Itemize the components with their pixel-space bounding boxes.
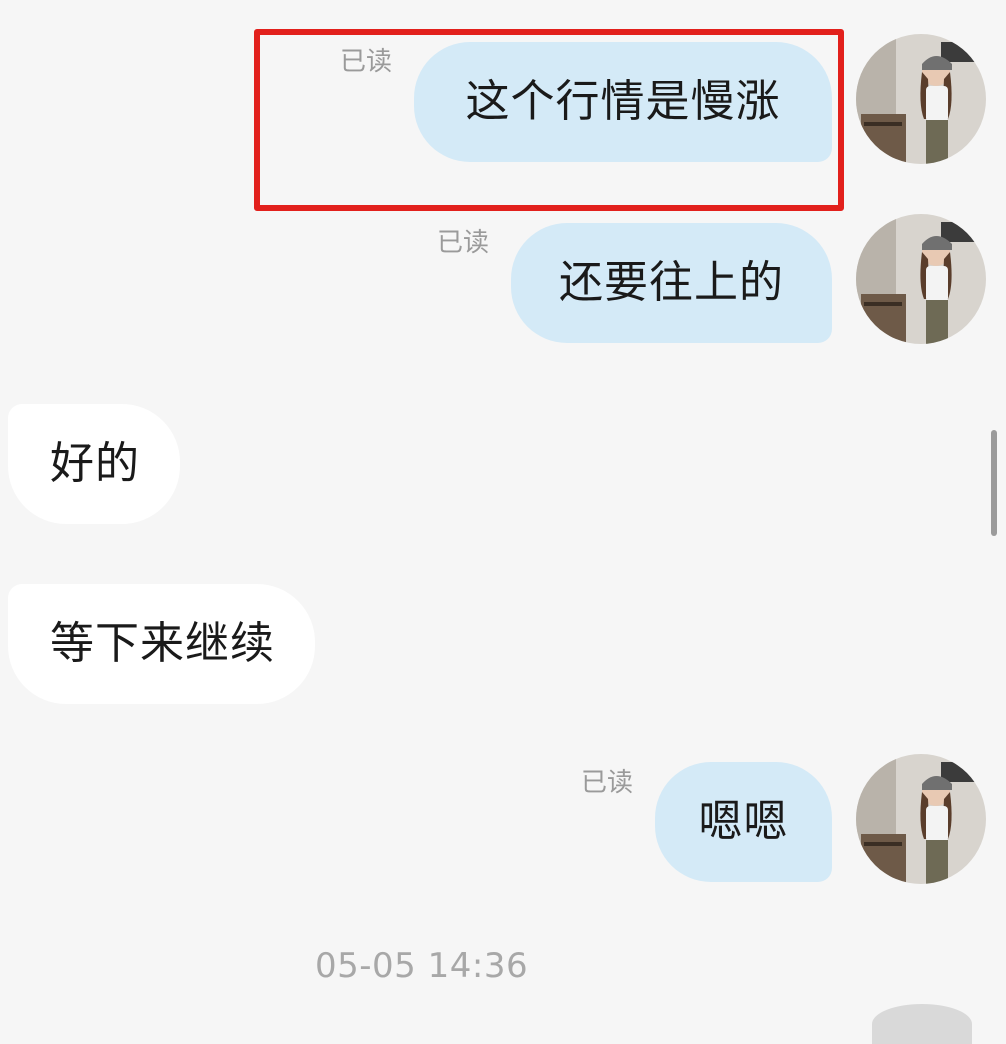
message-bubble-incoming[interactable]: 等下来继续 xyxy=(8,584,315,704)
user-avatar-icon[interactable] xyxy=(856,34,986,164)
read-receipt: 已读 xyxy=(437,228,490,258)
user-avatar-icon[interactable] xyxy=(856,754,986,884)
user-avatar-icon[interactable] xyxy=(872,1004,972,1044)
message-bubble-outgoing[interactable]: 嗯嗯 xyxy=(655,762,832,882)
chat-message-list[interactable]: 已读 这个行情是慢涨 已读 还要往上的 好的 等下来继续 已读 嗯嗯 05-05… xyxy=(0,0,1006,1044)
message-bubble-outgoing[interactable]: 还要往上的 xyxy=(511,223,832,343)
highlight-annotation-box xyxy=(254,29,844,211)
message-bubble-incoming[interactable]: 好的 xyxy=(8,404,180,524)
read-receipt: 已读 xyxy=(581,768,634,798)
message-timestamp: 05-05 14:36 xyxy=(315,946,529,986)
scrollbar-thumb[interactable] xyxy=(991,430,997,536)
user-avatar-icon[interactable] xyxy=(856,214,986,344)
